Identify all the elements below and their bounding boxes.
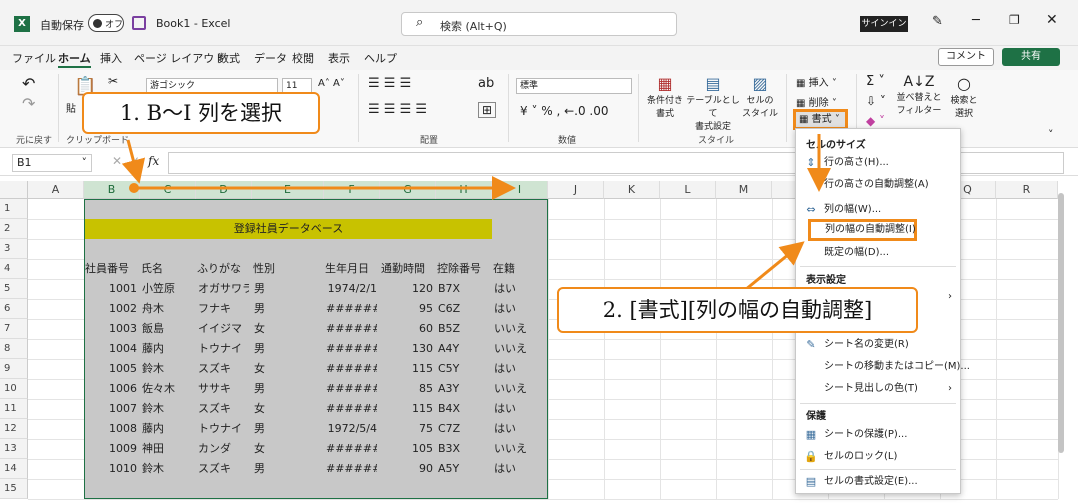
callout-step1: 1. B～I 列を選択 <box>82 92 320 134</box>
callout-step2: 2. [書式][列の幅の自動調整] <box>557 287 918 333</box>
callout1-pointer <box>121 139 146 184</box>
callout2-pointer <box>744 241 805 292</box>
annotation-arrows <box>121 134 831 292</box>
